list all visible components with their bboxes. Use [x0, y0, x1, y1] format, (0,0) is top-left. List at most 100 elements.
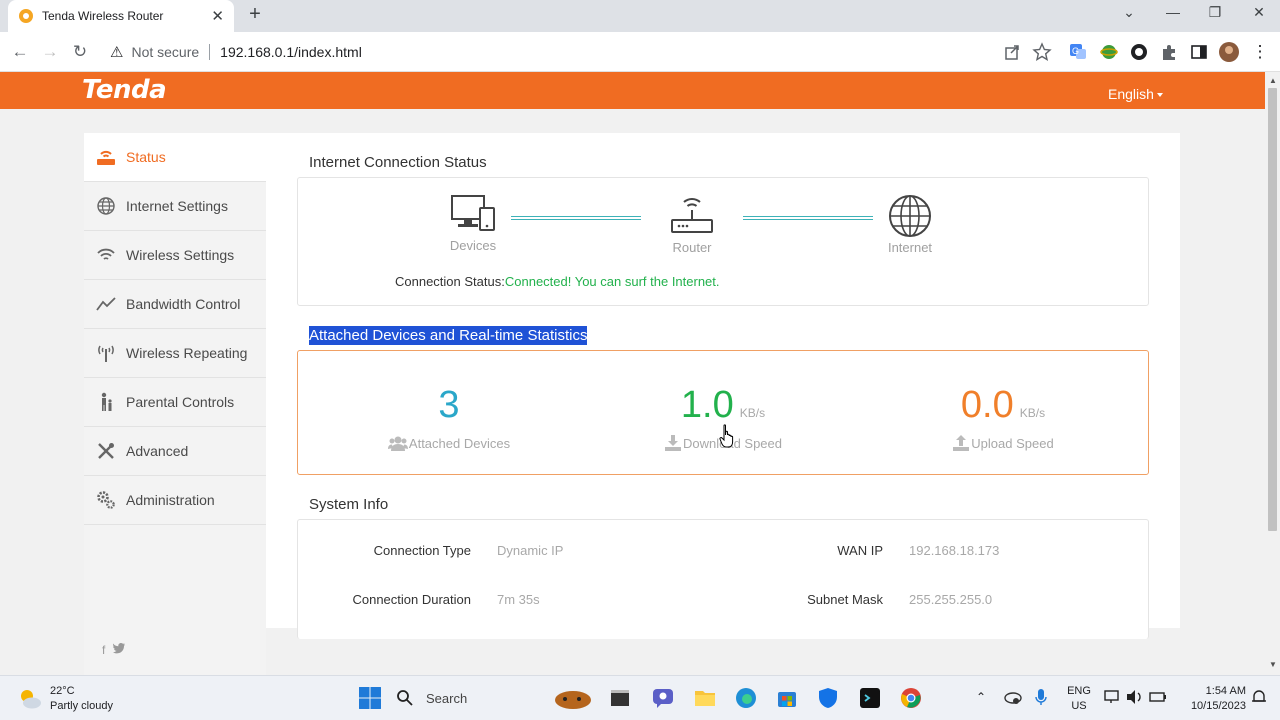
forward-button[interactable]: → [39, 41, 61, 63]
volume-icon[interactable] [1126, 689, 1144, 705]
file-explorer-dark-icon[interactable] [608, 686, 632, 710]
onedrive-cloud-icon[interactable] [1004, 689, 1022, 705]
search-icon [397, 690, 413, 706]
browser-tab-bar: Tenda Wireless Router ✕ + ⌄ — ❐ ✕ [0, 0, 1280, 32]
wifi-icon [96, 245, 116, 265]
reload-button[interactable]: ↻ [69, 41, 91, 63]
social-links: f [102, 643, 126, 657]
language-selector[interactable]: English [1108, 86, 1163, 102]
region-code: US [1071, 700, 1087, 712]
taskbar-search[interactable]: Search [396, 683, 536, 713]
attached-devices-stat[interactable]: 3 Attached Devices [324, 383, 574, 451]
terminal-app-icon[interactable] [858, 686, 882, 710]
devices-label: Devices [449, 238, 497, 253]
chrome-browser-icon[interactable] [899, 686, 923, 710]
browser-menu-icon[interactable]: ⋮ [1249, 41, 1271, 63]
bookmark-star-icon[interactable] [1031, 41, 1053, 63]
share-icon[interactable] [1001, 41, 1023, 63]
hand-cursor-icon [719, 424, 734, 448]
notification-bell-icon[interactable] [1252, 689, 1266, 705]
sidebar-item-bandwidth-control[interactable]: Bandwidth Control [84, 280, 266, 329]
sidebar-item-label: Parental Controls [126, 394, 235, 410]
hedgehog-widget-icon[interactable] [551, 686, 595, 710]
side-panel-icon[interactable] [1188, 41, 1210, 63]
svg-text:G: G [1072, 46, 1079, 56]
router-device-icon [671, 198, 713, 233]
connection-duration-value: 7m 35s [497, 592, 540, 607]
language-indicator[interactable]: ENG US [1064, 684, 1094, 714]
sidebar-item-parental-controls[interactable]: Parental Controls [84, 378, 266, 427]
connection-status-value: Connected! You can surf the Internet. [504, 274, 720, 289]
connection-duration-key: Connection Duration [352, 592, 471, 607]
new-tab-button[interactable]: + [244, 4, 266, 26]
realtime-stats-panel: 3 Attached Devices 1.0 KB/s Download Spee… [297, 350, 1149, 475]
extension-globe-icon[interactable] [1098, 41, 1120, 63]
sidebar-item-wireless-repeating[interactable]: Wireless Repeating [84, 329, 266, 378]
clock-date: 10/15/2023 [1190, 700, 1246, 712]
translate-icon[interactable]: G [1067, 41, 1089, 63]
profile-avatar[interactable] [1218, 41, 1240, 63]
scroll-down-icon[interactable]: ▼ [1269, 660, 1277, 669]
extension-shield-icon[interactable] [1128, 41, 1150, 63]
upload-speed-stat: 0.0 KB/s Upload Speed [878, 383, 1128, 451]
address-separator [209, 44, 211, 60]
sidebar-item-internet-settings[interactable]: Internet Settings [84, 182, 266, 231]
file-explorer-icon[interactable] [693, 686, 717, 710]
scrollbar-thumb[interactable] [1268, 88, 1277, 531]
tools-icon [96, 441, 116, 461]
sidebar-item-label: Status [126, 149, 166, 165]
sidebar-item-label: Advanced [126, 443, 189, 459]
defender-shield-icon[interactable] [816, 686, 840, 710]
twitter-icon[interactable] [113, 643, 126, 657]
router-node: Router [647, 194, 737, 255]
download-speed-unit: KB/s [739, 406, 766, 420]
sidebar-item-wireless-settings[interactable]: Wireless Settings [84, 231, 266, 280]
page-scrollbar[interactable]: ▲ ▼ [1265, 72, 1280, 675]
devices-router-link [511, 216, 641, 220]
section-title-stats: Attached Devices and Real-time Statistic… [309, 326, 588, 345]
language-code: ENG [1067, 685, 1091, 697]
connection-type-key: Connection Type [373, 543, 471, 558]
show-hidden-icons-chevron[interactable]: ⌃ [976, 690, 986, 705]
windows-start-icon[interactable] [358, 686, 382, 710]
tab-search-chevron-icon[interactable]: ⌄ [1118, 4, 1140, 26]
close-window-button[interactable]: ✕ [1248, 4, 1270, 26]
sidebar-item-label: Wireless Settings [126, 247, 235, 263]
url-text[interactable]: 192.168.0.1/index.html [220, 44, 362, 60]
section-title-system: System Info [309, 496, 389, 513]
meet-chat-icon[interactable] [651, 686, 675, 710]
edge-browser-icon[interactable] [734, 686, 758, 710]
scroll-up-icon[interactable]: ▲ [1269, 76, 1277, 85]
download-speed-value: 1.0 [680, 384, 734, 426]
subnet-mask-value: 255.255.255.0 [909, 592, 993, 607]
minimize-button[interactable]: — [1162, 4, 1184, 26]
facebook-icon[interactable]: f [102, 643, 105, 657]
sidebar-item-administration[interactable]: Administration [84, 476, 266, 525]
internet-node: Internet [865, 194, 955, 255]
sidebar-item-status[interactable]: Status [84, 133, 266, 182]
network-icon[interactable] [1104, 689, 1120, 705]
weather-description: Partly cloudy [50, 700, 113, 712]
windows-taskbar: 22°C Partly cloudy Search ⌃ ENG US 1:54 AM… [0, 675, 1280, 720]
sidebar-item-advanced[interactable]: Advanced [84, 427, 266, 476]
weather-temperature: 22°C [50, 685, 75, 697]
subnet-mask-key: Subnet Mask [807, 592, 883, 607]
back-button[interactable]: ← [9, 41, 31, 63]
security-label[interactable]: Not secure [131, 44, 199, 60]
microphone-icon[interactable] [1034, 688, 1048, 706]
sidebar-item-label: Bandwidth Control [126, 296, 241, 312]
browser-tab[interactable]: Tenda Wireless Router ✕ [8, 0, 234, 32]
maximize-button[interactable]: ❐ [1204, 4, 1226, 26]
clock[interactable]: 1:54 AM 10/15/2023 [1176, 684, 1246, 714]
family-icon [96, 392, 116, 412]
address-bar[interactable]: ⚠ Not secure 192.168.0.1/index.html [104, 36, 1064, 68]
extensions-puzzle-icon[interactable] [1158, 41, 1180, 63]
weather-widget[interactable]: 22°C Partly cloudy [18, 684, 113, 714]
sidebar-item-label: Administration [126, 492, 215, 508]
upload-speed-label: Upload Speed [971, 435, 1054, 451]
devices-node: Devices [428, 194, 518, 253]
microsoft-store-icon[interactable] [775, 686, 799, 710]
battery-icon[interactable] [1149, 689, 1167, 705]
close-tab-icon[interactable]: ✕ [211, 7, 224, 25]
router-icon [96, 147, 116, 167]
